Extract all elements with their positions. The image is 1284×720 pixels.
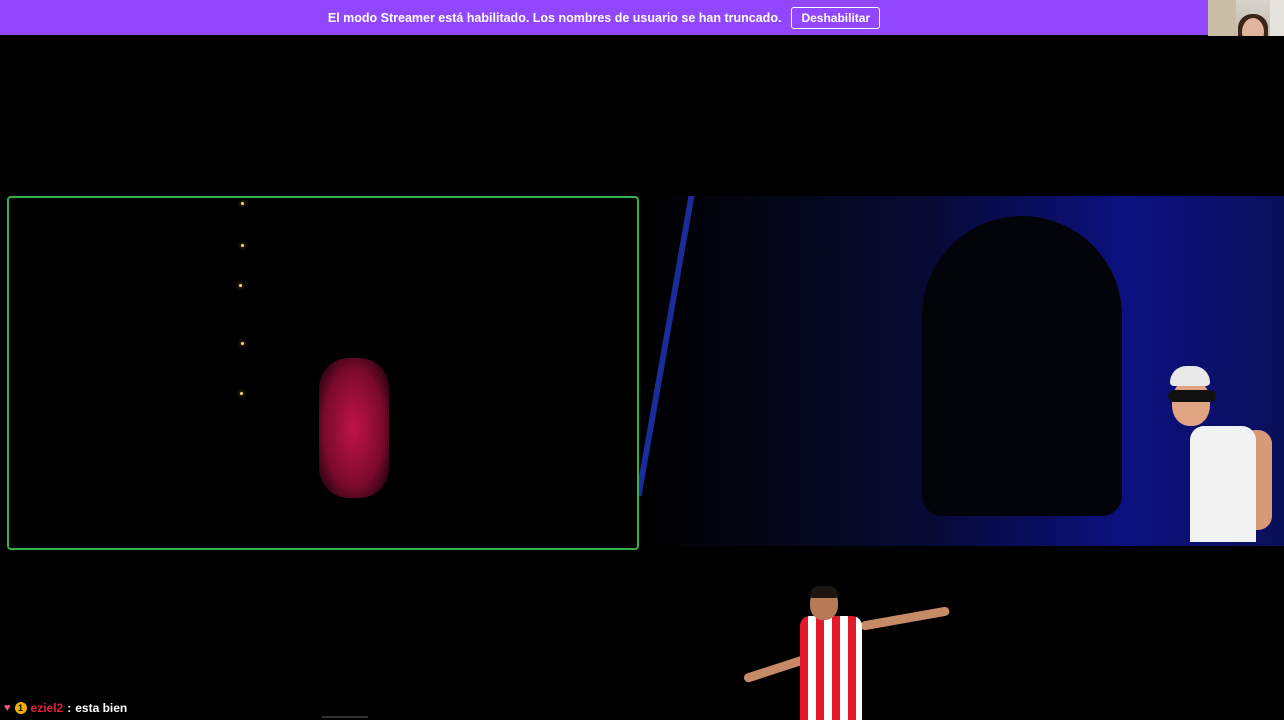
chat-message: ♥ 1 eziel2 : esta bien xyxy=(4,699,127,717)
overlay-man-sticker xyxy=(1164,366,1280,542)
streamer-mode-message: El modo Streamer está habilitado. Los no… xyxy=(327,10,782,25)
disable-streamer-mode-button[interactable]: Deshabilitar xyxy=(791,6,881,29)
chat-separator: : xyxy=(67,701,72,715)
progress-tick xyxy=(322,716,368,718)
overlay-football-player-sticker xyxy=(736,586,952,720)
chat-username[interactable]: eziel2 xyxy=(31,701,64,715)
chat-message-text: esta bien xyxy=(75,701,128,715)
streamer-mode-banner: El modo Streamer está habilitado. Los no… xyxy=(0,0,1208,35)
heart-icon: ♥ xyxy=(4,702,11,714)
left-video-feed xyxy=(7,196,639,550)
sub-badge-icon: 1 xyxy=(14,702,27,714)
